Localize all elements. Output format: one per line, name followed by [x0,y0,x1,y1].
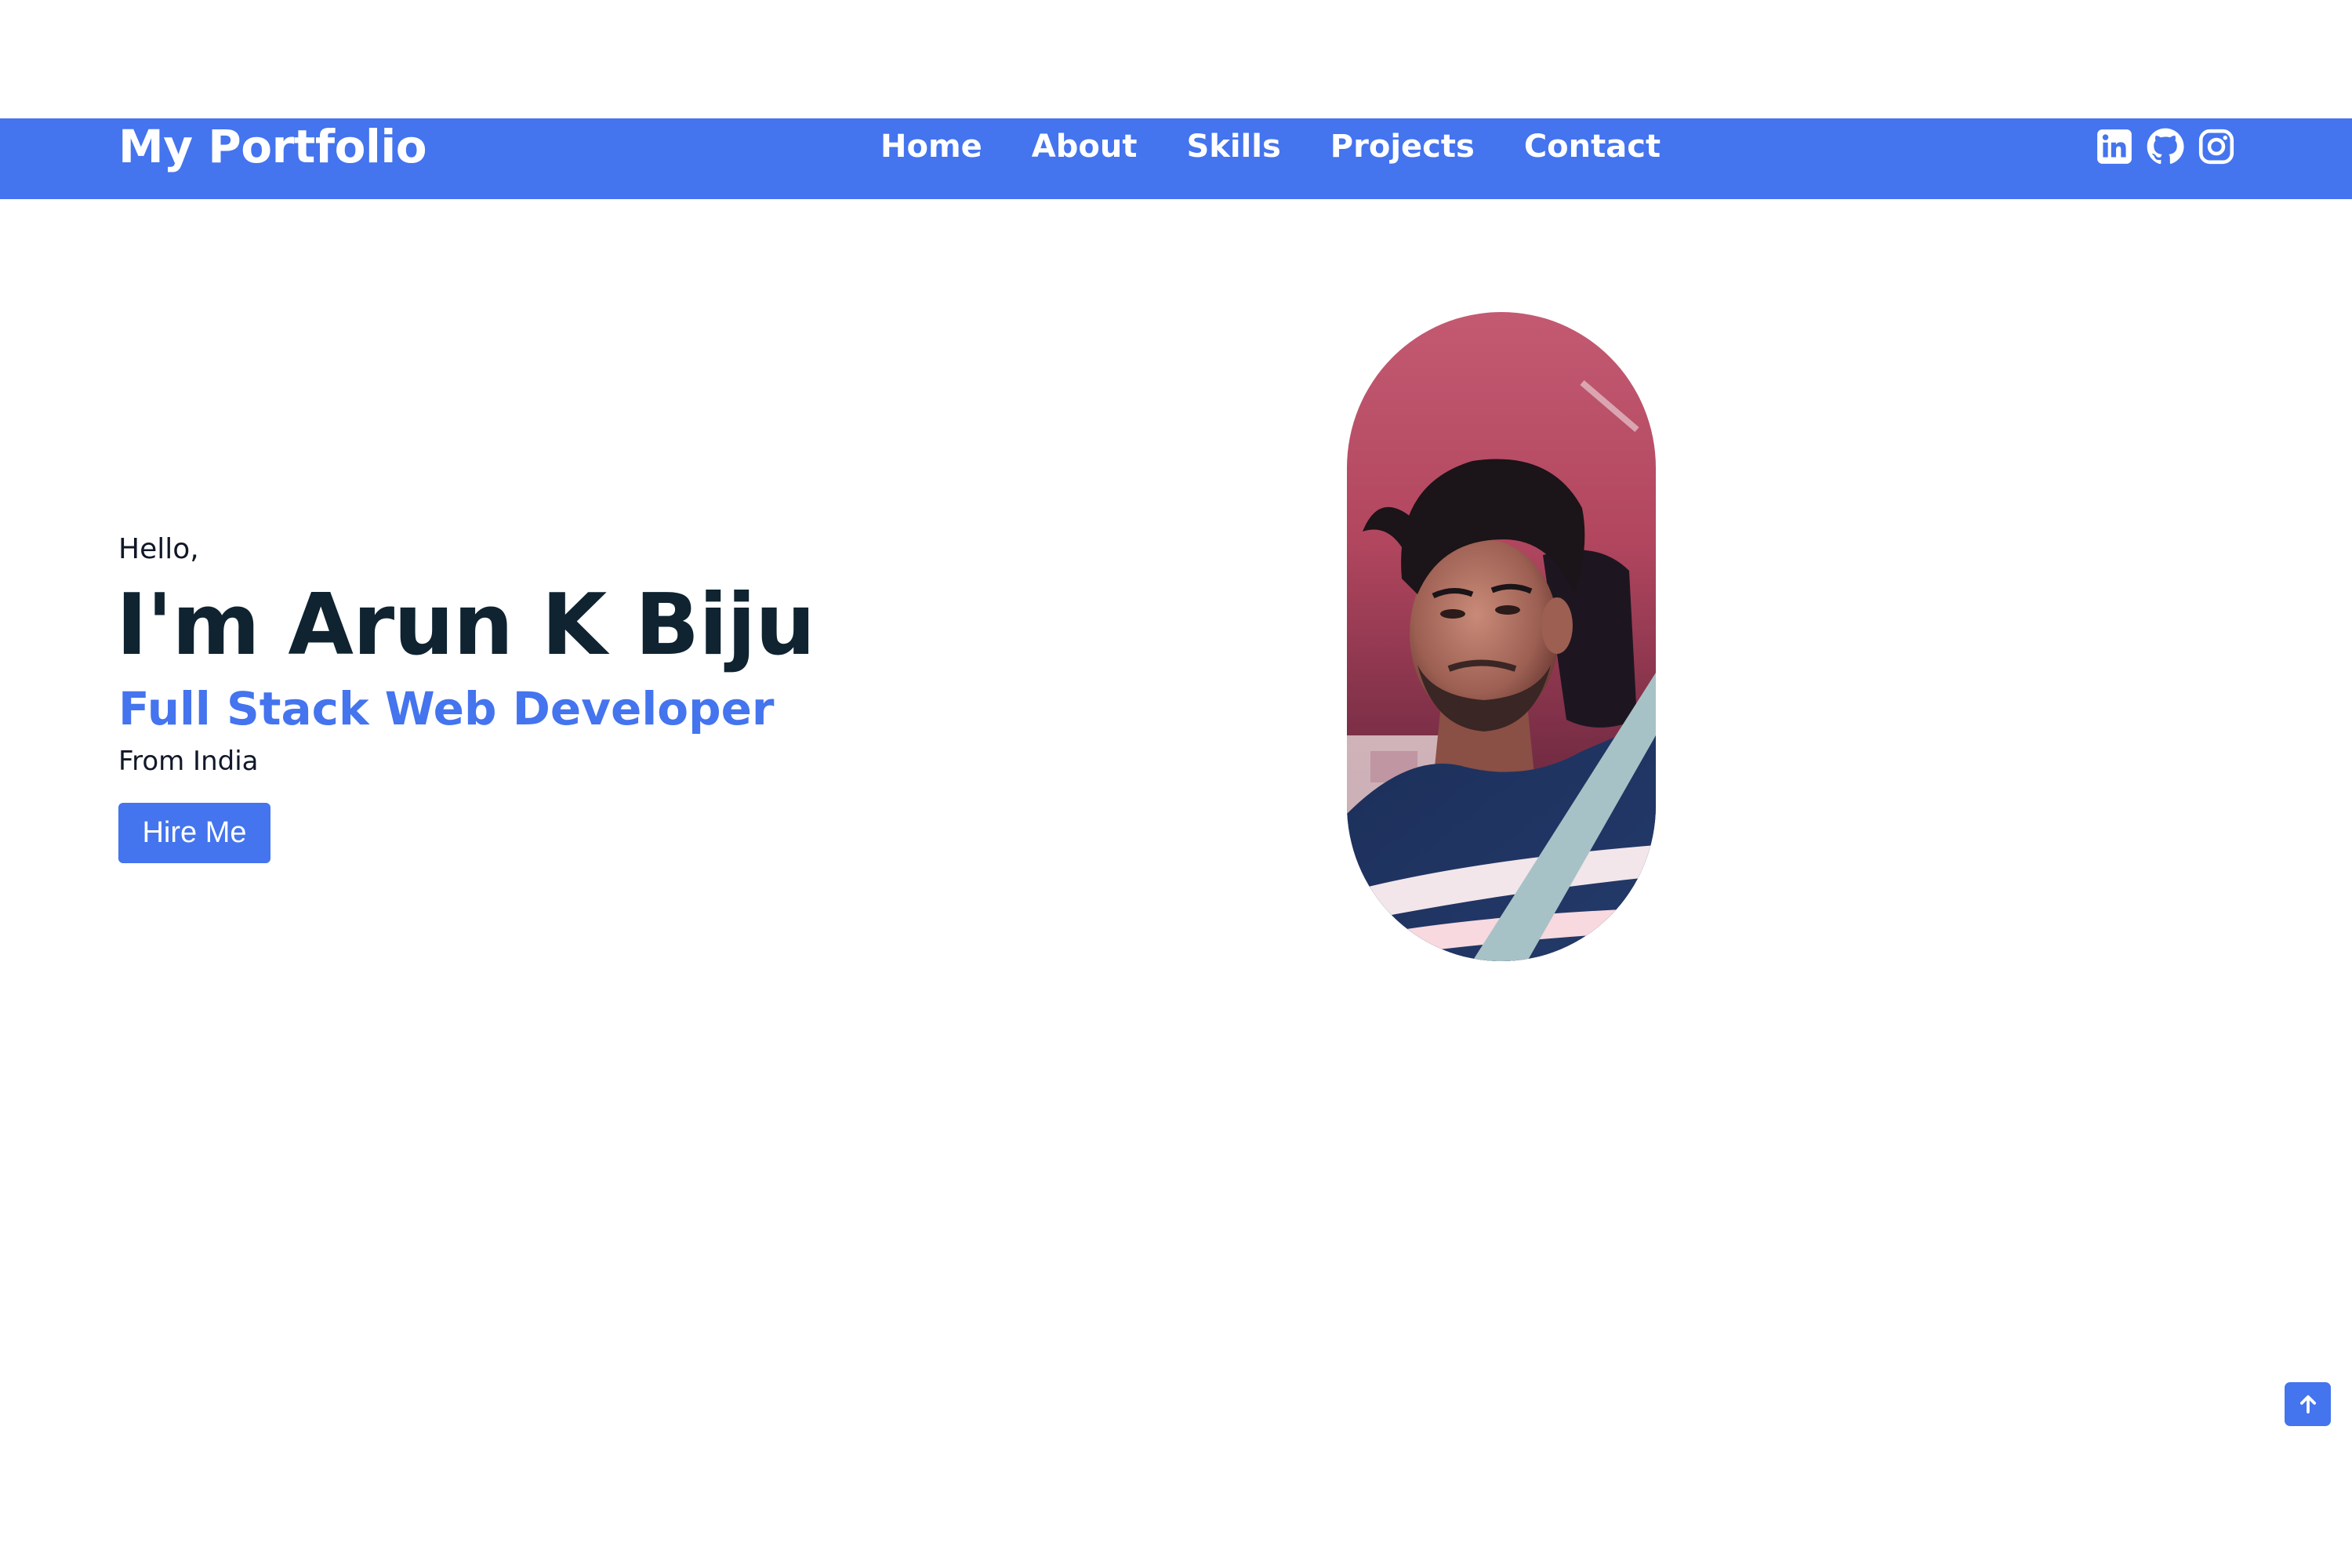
hero-location: From India [118,746,259,777]
nav-link-contact[interactable]: Contact [1524,118,1661,176]
hero-role: Full Stack Web Developer [118,682,775,735]
back-to-top-button[interactable] [2285,1382,2331,1426]
greeting-text: Hello, [118,533,199,565]
brand-logo[interactable]: My Portfolio [118,118,427,199]
nav-item-skills: Skills [1186,118,1280,199]
nav-item-projects: Projects [1330,118,1475,199]
nav-link-skills[interactable]: Skills [1186,118,1280,176]
hire-me-button[interactable]: Hire Me [118,803,270,863]
instagram-icon[interactable] [2197,127,2236,166]
nav-item-contact: Contact [1524,118,1661,199]
github-icon[interactable] [2146,127,2185,166]
profile-photo [1347,312,1656,961]
nav-link-about[interactable]: About [1032,118,1138,176]
portfolio-page: My Portfolio Home About Skills Projects … [0,0,2352,1568]
nav-item-about: About [1032,118,1138,199]
navbar: My Portfolio Home About Skills Projects … [0,118,2352,199]
arrow-up-icon [2299,1395,2316,1414]
nav-link-home[interactable]: Home [880,118,982,176]
hero-name: I'm Arun K Biju [116,576,815,674]
nav-item-home: Home [880,118,982,199]
nav-menu: Home About Skills Projects Contact [880,118,1661,199]
nav-link-projects[interactable]: Projects [1330,118,1475,176]
linkedin-icon[interactable] [2095,127,2134,166]
social-links [2095,127,2236,166]
